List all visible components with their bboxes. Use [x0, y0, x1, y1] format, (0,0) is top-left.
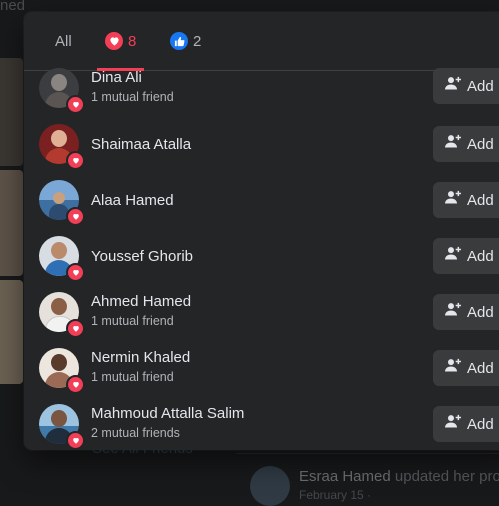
add-friend-label: Add [467, 415, 494, 433]
heart-reaction-icon [105, 32, 123, 50]
avatar[interactable] [39, 348, 85, 394]
list-item[interactable]: Shaimaa Atalla Add [24, 124, 499, 180]
add-friend-icon [445, 134, 461, 154]
heart-badge-icon [66, 263, 85, 282]
heart-badge-icon [66, 151, 85, 170]
reaction-tabs: All 8 2 [24, 12, 499, 71]
list-item[interactable]: Ahmed Hamed 1 mutual friend Add [24, 292, 499, 348]
avatar[interactable] [39, 292, 85, 338]
background-heading: ned [0, 0, 26, 14]
mutual-friends: 1 mutual friend [91, 90, 174, 104]
avatar[interactable] [39, 236, 85, 282]
list-item[interactable]: Dina Ali 1 mutual friend Add [24, 68, 499, 124]
tab-love[interactable]: 8 [97, 12, 145, 71]
person-name[interactable]: Ahmed Hamed [91, 293, 191, 310]
background-photo [0, 58, 23, 166]
list-item[interactable]: Alaa Hamed Add [24, 180, 499, 236]
add-friend-label: Add [467, 359, 494, 377]
add-friend-button[interactable]: Add [433, 126, 499, 162]
add-friend-button[interactable]: Add [433, 406, 499, 442]
add-friend-icon [445, 190, 461, 210]
avatar[interactable] [39, 68, 85, 114]
add-friend-icon [445, 246, 461, 266]
person-name[interactable]: Shaimaa Atalla [91, 136, 191, 153]
heart-badge-icon [66, 95, 85, 114]
add-friend-button[interactable]: Add [433, 182, 499, 218]
add-friend-label: Add [467, 247, 494, 265]
heart-badge-icon [66, 319, 85, 338]
avatar[interactable] [39, 404, 85, 450]
heart-badge-icon [66, 375, 85, 394]
add-friend-icon [445, 76, 461, 96]
tab-love-count: 8 [128, 32, 137, 50]
add-friend-label: Add [467, 303, 494, 321]
background-post-action: updated her pro [394, 468, 499, 485]
add-friend-label: Add [467, 135, 494, 153]
list-item[interactable]: Mahmoud Attalla Salim 2 mutual friends A… [24, 404, 499, 450]
background-post-author: Esraa Hamed [299, 468, 391, 485]
add-friend-label: Add [467, 191, 494, 209]
avatar[interactable] [39, 124, 85, 170]
add-friend-icon [445, 302, 461, 322]
person-name[interactable]: Alaa Hamed [91, 192, 174, 209]
add-friend-button[interactable]: Add [433, 238, 499, 274]
background-divider [236, 453, 499, 454]
person-name[interactable]: Nermin Khaled [91, 349, 190, 366]
background-photo [0, 280, 23, 384]
person-name[interactable]: Youssef Ghorib [91, 248, 193, 265]
add-friend-button[interactable]: Add [433, 68, 499, 104]
mutual-friends: 1 mutual friend [91, 314, 174, 328]
mutual-friends: 2 mutual friends [91, 426, 180, 440]
like-reaction-icon [170, 32, 188, 50]
background-post-date: February 15 · [299, 488, 372, 502]
person-name[interactable]: Dina Ali [91, 69, 142, 86]
list-item[interactable]: Nermin Khaled 1 mutual friend Add [24, 348, 499, 404]
add-friend-icon [445, 358, 461, 378]
add-friend-button[interactable]: Add [433, 350, 499, 386]
tab-all-label: All [55, 32, 72, 50]
heart-badge-icon [66, 207, 85, 226]
add-friend-label: Add [467, 77, 494, 95]
tab-like-count: 2 [193, 32, 202, 50]
avatar[interactable] [39, 180, 85, 226]
background-post-headline: Esraa Hamed updated her pro [299, 468, 499, 485]
tab-all[interactable]: All [55, 12, 72, 70]
heart-badge-icon [66, 431, 85, 450]
mutual-friends: 1 mutual friend [91, 370, 174, 384]
add-friend-button[interactable]: Add [433, 294, 499, 330]
background-post-avatar [250, 466, 290, 506]
reactions-dialog: All 8 2 Dina Ali 1 mutual friend Add Sha… [24, 12, 499, 450]
list-item[interactable]: Youssef Ghorib Add [24, 236, 499, 292]
add-friend-icon [445, 414, 461, 434]
person-name[interactable]: Mahmoud Attalla Salim [91, 405, 244, 422]
background-photo [0, 170, 23, 276]
tab-like[interactable]: 2 [170, 12, 201, 70]
